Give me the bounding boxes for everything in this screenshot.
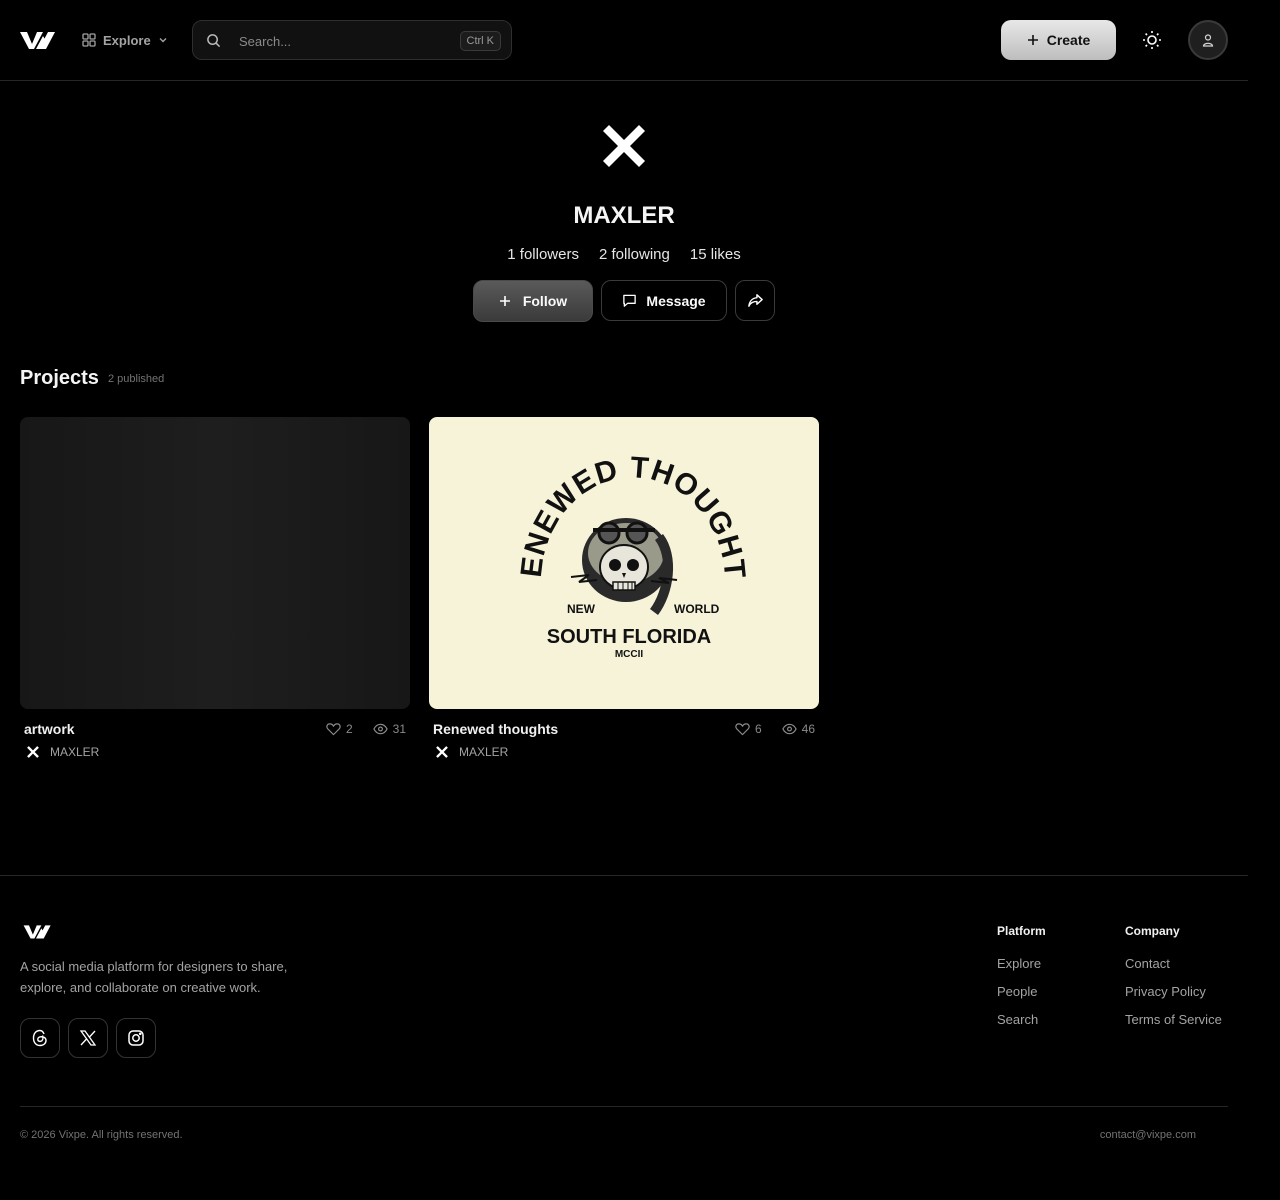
project-author[interactable]: MAXLER [435,745,508,759]
footer-link-terms[interactable]: Terms of Service [1125,1012,1222,1040]
project-stats: 2 31 [326,722,406,736]
chevron-down-icon [159,38,167,43]
company-heading: Company [1125,924,1180,938]
view-count: 46 [801,722,815,736]
user-menu-avatar[interactable] [1188,20,1228,60]
likes-count: 15 likes [689,246,741,263]
sun-icon [1143,31,1161,49]
artwork-main-text: SOUTH FLORIDA [547,626,711,648]
profile-actions: Follow Message [473,280,775,322]
follow-button[interactable]: Follow [473,280,593,322]
projects-heading: Projects [20,367,99,389]
artwork-world-text: WORLD [674,602,720,616]
create-label: Create [1046,32,1091,48]
author-name: MAXLER [50,745,100,759]
page-scrollbar[interactable] [1248,0,1280,1200]
explore-label: Explore [103,32,151,48]
search-input[interactable] [239,31,439,51]
project-author[interactable]: MAXLER [26,745,99,759]
theme-toggle-button[interactable] [1138,26,1166,54]
message-icon [623,294,637,307]
view-count: 31 [392,722,406,736]
footer-tagline: A social media platform for designers to… [20,959,288,995]
create-button[interactable]: Create [1001,20,1116,60]
threads-icon [32,1029,47,1047]
project-title[interactable]: Renewed thoughts [433,721,558,737]
user-icon [1202,34,1214,47]
footer-link-search[interactable]: Search [997,1012,1046,1040]
page: Explore Ctrl K Create [0,0,1248,1200]
project-thumbnail[interactable] [20,417,410,709]
instagram-icon [128,1030,144,1046]
eye-icon [372,723,388,735]
project-card: artwork 2 31 MAXLER [20,417,410,759]
artwork-sub-text: MCCII [615,649,644,660]
eye-icon [781,723,797,735]
profile-avatar [603,125,645,167]
footer-bottom-divider [20,1106,1228,1107]
footer-link-people[interactable]: People [997,984,1046,1012]
search-icon [207,34,221,48]
heart-icon [326,723,341,736]
footer-link-contact[interactable]: Contact [1125,956,1222,984]
grid-icon [82,33,96,47]
share-button[interactable] [735,280,775,321]
project-title[interactable]: artwork [24,721,75,737]
explore-menu[interactable]: Explore [82,31,168,49]
heart-icon [735,723,750,736]
message-label: Message [646,292,706,309]
footer-link-privacy[interactable]: Privacy Policy [1125,984,1222,1012]
platform-heading: Platform [997,924,1046,938]
author-avatar [27,746,39,758]
contact-email-link[interactable]: contact@vixpe.com [1100,1129,1196,1141]
plus-icon [499,296,510,306]
renewed-thoughts-artwork: RENEWED THOUGHTS NEW W [429,417,750,660]
footer-link-explore[interactable]: Explore [997,956,1046,984]
copyright-text: © 2026 Vixpe. All rights reserved. [20,1129,183,1141]
x-icon [79,1030,97,1046]
footer-divider [0,875,1248,876]
author-name: MAXLER [459,745,509,759]
artwork-new-text: NEW [567,602,596,616]
projects-count: 2 published [108,373,165,385]
footer-platform-column: Platform Explore People Search [997,924,1046,1040]
search-bar[interactable]: Ctrl K [192,20,512,60]
threads-link[interactable] [20,1018,60,1058]
project-thumbnail[interactable]: RENEWED THOUGHTS NEW W [429,417,819,709]
profile-name: MAXLER [573,202,675,229]
share-icon [747,294,763,307]
search-shortcut-badge: Ctrl K [459,31,501,51]
profile-stats: 1 followers 2 following 15 likes [0,246,1248,263]
top-nav: Explore Ctrl K Create [0,0,1248,81]
like-count: 6 [754,722,762,736]
like-count: 2 [345,722,353,736]
plus-icon [1027,35,1038,45]
social-links [20,1018,156,1058]
message-button[interactable]: Message [601,280,727,321]
footer-logo[interactable] [20,923,55,940]
vixpe-logo[interactable] [20,29,56,51]
footer-company-column: Company Contact Privacy Policy Terms of … [1125,924,1222,1040]
instagram-link[interactable] [116,1018,156,1058]
project-card: RENEWED THOUGHTS NEW W [429,417,819,759]
author-avatar [436,746,448,758]
x-link[interactable] [68,1018,108,1058]
following-count[interactable]: 2 following [599,246,670,263]
project-stats: 6 46 [735,722,815,736]
follow-label: Follow [522,293,568,309]
followers-count[interactable]: 1 followers [507,246,579,263]
